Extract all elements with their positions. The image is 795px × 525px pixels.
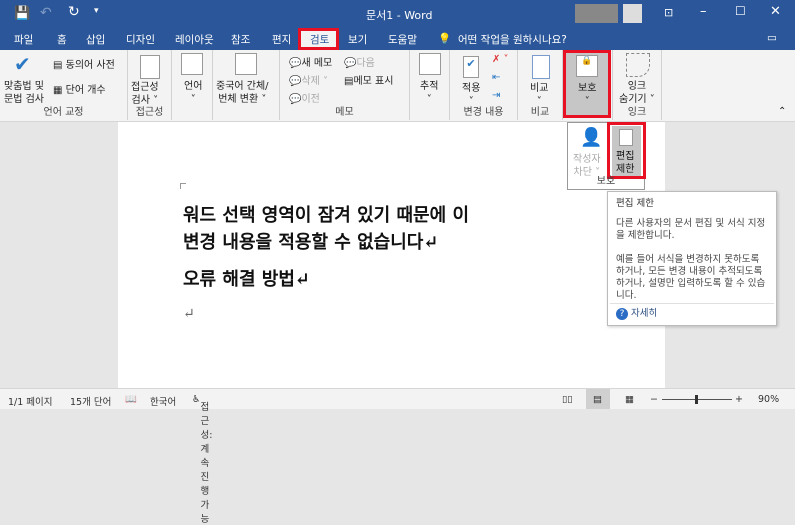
group-ink: 잉크 숨기기 ˅ 잉크 — [612, 50, 662, 120]
tell-me-more-link[interactable]: ? 자세히 — [616, 308, 657, 320]
tooltip-restrict-editing: 편집 제한 다른 사용자의 문서 편집 및 서식 지정을 제한합니다. 예를 들… — [607, 191, 777, 326]
group-label: 보호 — [596, 176, 616, 187]
margin-mark — [180, 183, 186, 189]
tooltip-title: 편집 제한 — [616, 198, 654, 209]
account-name[interactable] — [575, 4, 618, 23]
group-accessibility: 접근성 검사 ˅ 접근성 — [128, 50, 172, 120]
zoom-level[interactable]: 90% — [758, 394, 779, 405]
next-comment-button[interactable]: 💬다음 — [344, 54, 375, 69]
group-label: 메모 — [335, 107, 354, 118]
doc-line[interactable]: 워드 선택 영역이 잠겨 있기 때문에 이 — [183, 201, 469, 227]
save-icon[interactable]: 💾 — [14, 6, 30, 21]
group-chinese: 중국어 간체/번체 변환 ˅ — [213, 50, 280, 120]
tab-layout[interactable]: 레이아웃 — [175, 32, 214, 47]
tab-insert[interactable]: 삽입 — [86, 32, 105, 47]
new-comment-button[interactable]: 💬새 메모 — [289, 54, 332, 69]
tab-view[interactable]: 보기 — [348, 32, 367, 47]
tab-references[interactable]: 참조 — [231, 32, 250, 47]
group-comments: 💬새 메모 💬삭제 ˅ 💬이전 💬다음 ▤메모 표시 메모 — [280, 50, 410, 120]
delete-comment-button[interactable]: 💬삭제 ˅ — [289, 72, 328, 87]
tab-review[interactable]: 검토 — [310, 32, 329, 47]
page-count[interactable]: 1/1 페이지 — [8, 394, 53, 408]
minimize-icon[interactable]: – — [700, 4, 707, 19]
group-compare: 비교 ˅ 비교 — [518, 50, 563, 120]
close-icon[interactable]: ✕ — [770, 4, 781, 19]
tell-me-input[interactable]: 어떤 작업을 원하시나요? — [458, 32, 567, 47]
doc-line[interactable]: 변경 내용을 적용할 수 없습니다↵ — [183, 228, 438, 254]
word-count-button[interactable]: ▦ 단어 개수 — [53, 81, 106, 96]
reject-icon[interactable]: ✗ ˅ — [492, 54, 509, 65]
chinese-conversion-icon — [235, 53, 257, 75]
tab-file[interactable]: 파일 — [14, 32, 33, 47]
read-mode-icon[interactable]: ▯▯ — [562, 394, 572, 405]
help-icon: ? — [616, 308, 628, 320]
undo-icon[interactable]: ↶ — [40, 5, 52, 21]
window-title: 문서1 - Word — [366, 9, 433, 22]
word-count[interactable]: 15개 단어 — [70, 394, 111, 408]
accessibility-icon — [140, 55, 160, 79]
language-icon — [181, 53, 203, 75]
block-authors-icon: 👤 — [580, 127, 603, 148]
show-comments-button[interactable]: ▤메모 표시 — [344, 72, 393, 87]
title-bar: 💾 ↶ ↻ ▾ 문서1 - Word ⊡ – ☐ ✕ — [0, 0, 795, 28]
spelling-check-icon: ✔ — [14, 52, 31, 76]
ink-icon — [626, 53, 650, 77]
doc-line[interactable]: 오류 해결 방법↵ — [183, 265, 310, 291]
accessibility-status[interactable]: ♿ 접근성: 계속 진행 가능 — [192, 394, 212, 525]
tab-design[interactable]: 디자인 — [126, 32, 155, 47]
doc-line[interactable]: ↵ — [183, 306, 195, 322]
proofing-icon[interactable]: 📖 — [125, 394, 137, 405]
group-tracking: 추적 ˅ — [410, 50, 450, 120]
language-button[interactable]: 언어 ˅ — [184, 80, 202, 106]
compare-icon — [532, 55, 550, 79]
print-layout-icon: ▤ — [593, 394, 602, 405]
group-label: 언어 교정 — [43, 107, 84, 118]
next-change-icon[interactable]: ⇥ — [492, 90, 500, 101]
tab-help[interactable]: 도움말 — [388, 32, 417, 47]
group-changes: ✔ 적용 ˅ ✗ ˅ ⇤ ⇥ 변경 내용 — [450, 50, 518, 120]
language-status[interactable]: 한국어 — [150, 394, 176, 408]
zoom-in-button[interactable]: + — [735, 394, 743, 405]
web-layout-icon[interactable]: ▦ — [625, 394, 634, 405]
group-label: 잉크 — [627, 107, 647, 118]
ribbon-display-icon[interactable]: ⊡ — [664, 6, 673, 19]
redo-icon[interactable]: ↻ — [68, 4, 80, 20]
tab-home[interactable]: 홈 — [57, 32, 67, 47]
collapse-ribbon-icon[interactable]: ⌃ — [778, 106, 786, 117]
tracking-button[interactable]: 추적 ˅ — [420, 80, 438, 106]
maximize-icon[interactable]: ☐ — [735, 4, 746, 18]
ribbon: ✔ 맞춤법 및 문법 검사 ▤ 동의어 사전 ▦ 단어 개수 언어 교정 접근성 검… — [0, 50, 795, 122]
customize-qat-icon[interactable]: ▾ — [94, 6, 99, 16]
previous-change-icon[interactable]: ⇤ — [492, 72, 500, 83]
tooltip-text: 다른 사용자의 문서 편집 및 서식 지정을 제한합니다. — [616, 218, 766, 241]
group-label: 비교 — [530, 107, 550, 118]
tab-mailings[interactable]: 편지 — [272, 32, 291, 47]
group-proofing: ✔ 맞춤법 및 문법 검사 ▤ 동의어 사전 ▦ 단어 개수 언어 교정 — [0, 50, 128, 120]
accept-icon: ✔ — [463, 56, 479, 78]
status-bar: 1/1 페이지 15개 단어 📖 한국어 ♿ 접근성: 계속 진행 가능 ▯▯ ▤… — [0, 388, 795, 525]
avatar[interactable] — [623, 4, 642, 23]
lightbulb-icon: 💡 — [438, 33, 452, 45]
protect-dropdown: 👤 작성자 차단 ˅ 편집 제한 보호 — [567, 122, 646, 190]
zoom-out-button[interactable]: − — [650, 394, 658, 405]
chinese-conversion-button[interactable]: 중국어 간체/번체 변환 ˅ — [216, 80, 269, 106]
thesaurus-button[interactable]: ▤ 동의어 사전 — [53, 56, 115, 71]
group-language: 언어 ˅ — [172, 50, 213, 120]
zoom-slider-thumb[interactable] — [695, 395, 698, 404]
group-label: 변경 내용 — [463, 107, 504, 118]
comments-icon[interactable]: ▭ — [767, 32, 777, 44]
ribbon-tabs: 파일 홈 삽입 디자인 레이아웃 참조 편지 검토 보기 도움말 💡 어떤 작업… — [0, 28, 795, 50]
track-changes-icon — [419, 53, 441, 75]
group-label: 접근성 — [135, 107, 164, 118]
tooltip-text: 예를 들어 서식을 변경하지 못하도록 하거나, 모든 변경 내용이 추적되도록… — [616, 254, 766, 301]
